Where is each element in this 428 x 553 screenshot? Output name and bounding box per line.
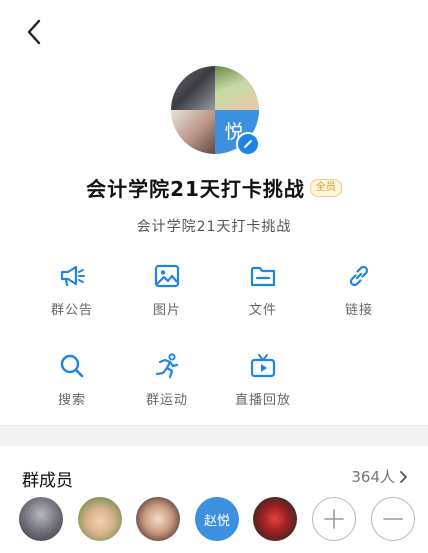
function-files[interactable]: 文件 xyxy=(213,262,313,318)
tv-icon xyxy=(250,354,276,378)
members-header: 群成员 xyxy=(22,471,73,491)
members-row: 赵悦 xyxy=(0,497,428,543)
member-avatar-text[interactable]: 赵悦 xyxy=(195,497,239,541)
chevron-left-icon xyxy=(27,19,41,45)
image-icon xyxy=(154,264,180,288)
function-search[interactable]: 搜索 xyxy=(22,352,122,408)
pencil-icon xyxy=(244,140,252,148)
back-button[interactable] xyxy=(20,18,48,46)
function-links[interactable]: 链接 xyxy=(309,262,409,318)
function-live-replay[interactable]: 直播回放 xyxy=(213,352,313,408)
add-member-button[interactable] xyxy=(312,497,356,541)
remove-member-button[interactable] xyxy=(371,497,415,541)
function-label: 群运动 xyxy=(145,393,188,408)
search-icon xyxy=(60,354,84,378)
function-images[interactable]: 图片 xyxy=(117,262,217,318)
function-label: 图片 xyxy=(152,303,181,318)
function-group-sport[interactable]: 群运动 xyxy=(117,352,217,408)
group-subtitle: 会计学院21天打卡挑战 xyxy=(136,219,292,235)
chevron-right-icon xyxy=(400,470,407,483)
minus-icon xyxy=(383,518,403,520)
member-avatar[interactable] xyxy=(78,497,122,541)
members-count-link[interactable]: 364人 xyxy=(351,466,408,487)
function-label: 群公告 xyxy=(50,303,93,318)
group-title-row: 会计学院21天打卡挑战 全员 xyxy=(0,173,428,202)
avatar-tile xyxy=(171,110,215,154)
link-icon xyxy=(349,265,369,287)
plus-icon xyxy=(324,509,344,529)
group-title[interactable]: 会计学院21天打卡挑战 xyxy=(86,173,305,202)
avatar-tile xyxy=(215,66,259,110)
megaphone-icon xyxy=(60,265,85,287)
section-divider xyxy=(0,425,428,446)
function-label: 文件 xyxy=(248,303,277,318)
member-badge: 全员 xyxy=(309,178,342,197)
function-label: 链接 xyxy=(344,303,373,318)
member-avatar[interactable] xyxy=(136,497,180,541)
member-avatar[interactable] xyxy=(253,497,297,541)
avatar-tile xyxy=(171,66,215,110)
function-label: 搜索 xyxy=(57,393,86,408)
function-announcement[interactable]: 群公告 xyxy=(22,262,122,318)
function-label: 直播回放 xyxy=(234,393,291,408)
member-avatar[interactable] xyxy=(19,497,63,541)
members-count: 364人 xyxy=(351,468,395,486)
edit-avatar-button[interactable] xyxy=(236,132,260,156)
folder-icon xyxy=(250,266,276,287)
running-icon xyxy=(155,353,179,379)
